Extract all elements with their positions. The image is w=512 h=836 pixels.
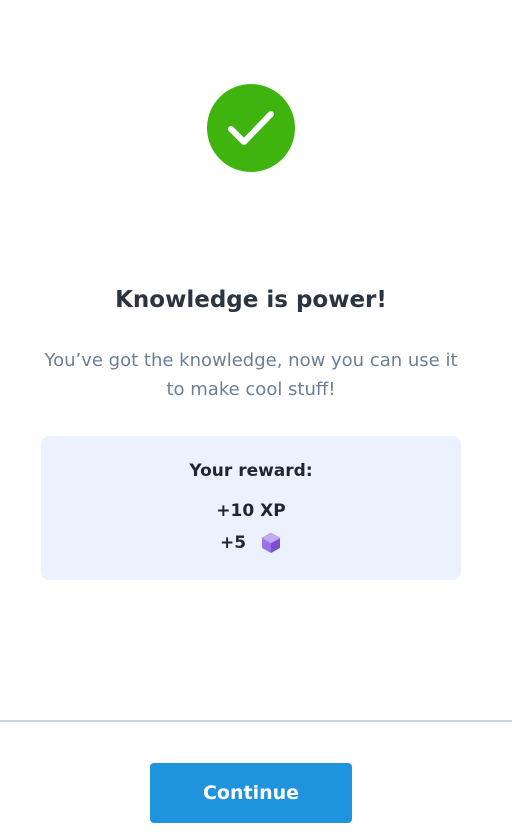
page-title: Knowledge is power!: [115, 287, 387, 313]
continue-button[interactable]: Continue: [150, 763, 352, 823]
success-checkmark-icon: [207, 84, 295, 172]
purple-cube-icon: [261, 532, 281, 553]
completion-page: Knowledge is power! You’ve got the knowl…: [0, 0, 512, 836]
reward-panel: Your reward: +10 XP +5: [41, 436, 461, 580]
page-subtitle: You’ve got the knowledge, now you can us…: [44, 350, 458, 400]
footer-divider: [0, 720, 512, 722]
reward-heading: Your reward:: [189, 461, 313, 481]
checkmark-icon: [228, 111, 274, 145]
reward-xp: +10 XP: [216, 501, 286, 521]
reward-gems-amount: +5: [219, 533, 247, 553]
reward-gems-row: +5: [41, 531, 461, 555]
